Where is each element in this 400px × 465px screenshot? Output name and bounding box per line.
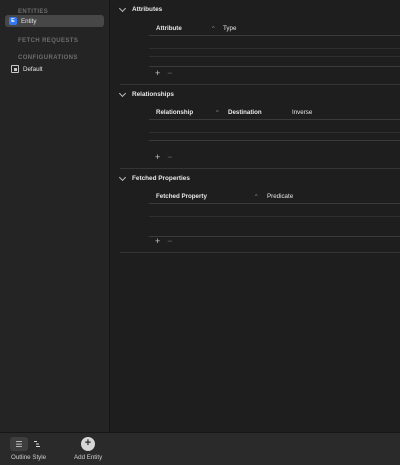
section-divider	[120, 252, 400, 253]
relationships-title: Relationships	[132, 91, 174, 98]
graph-style-icon	[34, 441, 40, 447]
entity-icon: E	[9, 17, 17, 25]
sort-ascending-icon: ^	[255, 194, 258, 200]
table-row-separator	[149, 216, 400, 217]
configuration-icon	[11, 65, 19, 73]
table-style-icon: ☰	[15, 439, 23, 449]
sidebar: ENTITIES E Entity FETCH REQUESTS CONFIGU…	[0, 0, 110, 432]
sidebar-item-entity[interactable]: E Entity	[5, 15, 104, 27]
fetched-properties-title: Fetched Properties	[132, 175, 190, 182]
column-header-fetched-property[interactable]: Fetched Property	[156, 193, 207, 200]
column-header-relationship[interactable]: Relationship	[156, 109, 193, 116]
entity-label: Entity	[21, 17, 37, 25]
fetched-properties-table-header: Fetched Property ^ Predicate	[149, 190, 400, 204]
outline-style-control: ☰	[10, 437, 46, 451]
add-fetched-property-button[interactable]: +	[155, 237, 160, 246]
chevron-down-icon	[118, 173, 127, 181]
add-entity-button[interactable]: +	[81, 437, 95, 451]
add-entity-label: Add Entity	[74, 454, 103, 461]
relationships-table: Relationship ^ Destination Inverse	[149, 106, 400, 141]
remove-relationship-button[interactable]: −	[167, 153, 172, 162]
chevron-down-icon	[118, 4, 127, 12]
fetch-requests-section-title: FETCH REQUESTS	[18, 38, 79, 44]
configuration-label: Default	[23, 65, 43, 73]
remove-fetched-property-button[interactable]: −	[167, 237, 172, 246]
fetched-properties-section-header[interactable]: Fetched Properties	[118, 173, 190, 182]
column-header-attribute[interactable]: Attribute	[156, 25, 182, 32]
table-bottom-border	[149, 66, 400, 67]
table-bottom-border	[149, 140, 400, 141]
sort-ascending-icon: ^	[216, 110, 219, 116]
add-attribute-button[interactable]: +	[155, 69, 160, 78]
fetched-properties-table: Fetched Property ^ Predicate	[149, 190, 400, 237]
relationships-add-remove: + −	[155, 153, 173, 162]
bottom-toolbar: ☰ Outline Style + Add Entity	[0, 432, 400, 465]
attributes-table-header: Attribute ^ Type	[149, 22, 400, 36]
add-relationship-button[interactable]: +	[155, 153, 160, 162]
relationships-table-header: Relationship ^ Destination Inverse	[149, 106, 400, 120]
graph-style-button[interactable]	[28, 437, 46, 451]
column-header-destination[interactable]: Destination	[228, 109, 262, 116]
fetched-properties-add-remove: + −	[155, 237, 173, 246]
relationships-section-header[interactable]: Relationships	[118, 89, 174, 98]
column-header-predicate[interactable]: Predicate	[267, 193, 293, 200]
table-row-separator	[149, 48, 400, 49]
attributes-add-remove: + −	[155, 69, 173, 78]
table-style-button[interactable]: ☰	[10, 437, 28, 451]
table-row-separator	[149, 56, 400, 57]
section-divider	[120, 168, 400, 169]
outline-style-label: Outline Style	[11, 454, 47, 461]
table-row-separator	[149, 132, 400, 133]
entity-editor: Attributes Attribute ^ Type + − Relation…	[111, 0, 400, 432]
table-bottom-border	[149, 236, 400, 237]
attributes-title: Attributes	[132, 6, 163, 13]
column-header-type[interactable]: Type	[223, 25, 236, 32]
column-header-inverse[interactable]: Inverse	[292, 109, 312, 116]
sidebar-item-default-configuration[interactable]: Default	[5, 63, 104, 75]
remove-attribute-button[interactable]: −	[167, 69, 172, 78]
section-divider	[120, 84, 400, 85]
configurations-section-title: CONFIGURATIONS	[18, 55, 78, 61]
plus-circle-icon: +	[84, 437, 92, 449]
sort-ascending-icon: ^	[212, 26, 215, 32]
attributes-section-header[interactable]: Attributes	[118, 4, 163, 13]
chevron-down-icon	[118, 89, 127, 97]
attributes-table: Attribute ^ Type	[149, 22, 400, 67]
